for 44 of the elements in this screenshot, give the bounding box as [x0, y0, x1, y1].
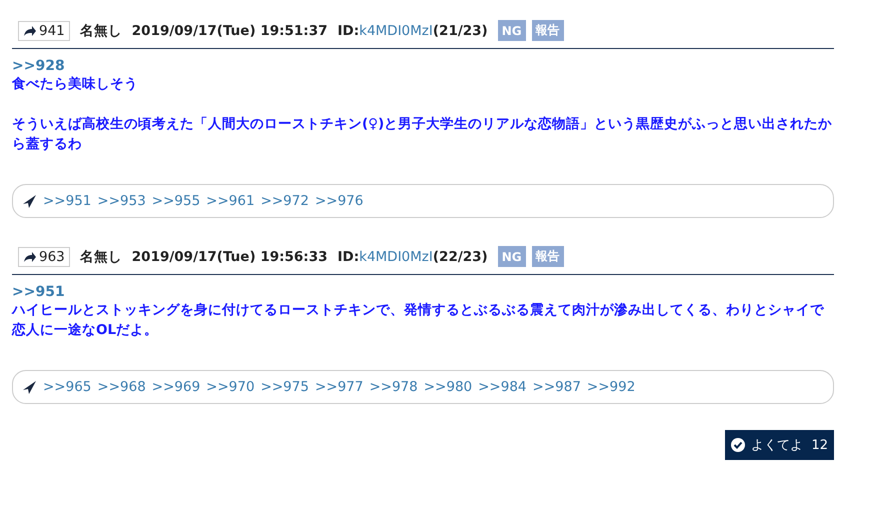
share-arrow-icon [23, 24, 37, 36]
reply-link[interactable]: >>965 [43, 379, 92, 395]
post-text: そういえば高校生の頃考えた「人間大のローストチキン(♀)と男子大学生のリアルな恋物語」という黒歴史がふっと思い出されたから蓋するわ [12, 115, 834, 154]
post-text: 食べたら美味しそう [12, 75, 139, 94]
reply-link[interactable]: >>968 [97, 379, 146, 395]
id-label: ID: [337, 22, 360, 38]
post-datetime: 2019/09/17(Tue) 19:56:33 [132, 248, 328, 264]
poster-id-link[interactable]: k4MDI0MzI [359, 22, 433, 38]
id-count: (21/23) [432, 22, 488, 38]
reply-link[interactable]: >>987 [532, 379, 581, 395]
reply-link[interactable]: >>961 [206, 193, 255, 209]
reply-link[interactable]: >>972 [260, 193, 309, 209]
check-circle-icon [731, 438, 746, 452]
reply-link[interactable]: >>977 [314, 379, 364, 395]
reply-link[interactable]: >>953 [97, 193, 146, 209]
reply-link[interactable]: >>975 [260, 379, 309, 395]
paper-plane-icon [23, 380, 37, 394]
reply-link[interactable]: >>951 [43, 193, 92, 209]
reply-link[interactable]: >>992 [586, 379, 636, 395]
quote-link[interactable]: >>928 [12, 58, 834, 74]
post-text: ハイヒールとストッキングを身に付けてるローストチキンで、発情するとぶるぶる震えて肉汁が滲み出してくる、わりとシャイで恋人に一途なOLだよ。 [12, 301, 825, 340]
reply-link[interactable]: >>970 [206, 379, 255, 395]
post-number-link[interactable]: 963 [18, 246, 70, 266]
report-button[interactable]: 報告 [532, 246, 564, 267]
report-button[interactable]: 報告 [532, 20, 564, 41]
ng-button[interactable]: NG [498, 246, 526, 267]
reply-link[interactable]: >>955 [152, 193, 200, 209]
post-number-link[interactable]: 941 [18, 20, 70, 40]
reply-link[interactable]: >>969 [152, 379, 200, 395]
reply-link[interactable]: >>978 [369, 379, 418, 395]
poster-id-link[interactable]: k4MDI0MzI [359, 248, 433, 264]
like-button[interactable]: よくてよ 12 [725, 430, 834, 460]
poster-name: 名無し [80, 22, 122, 40]
paper-plane-icon [23, 194, 37, 208]
post-datetime: 2019/09/17(Tue) 19:51:37 [132, 22, 328, 38]
ng-button[interactable]: NG [498, 20, 526, 41]
id-count: (22/23) [432, 248, 488, 264]
reply-link[interactable]: >>980 [424, 379, 472, 395]
reply-link[interactable]: >>976 [314, 193, 364, 209]
reply-link[interactable]: >>984 [478, 379, 527, 395]
share-arrow-icon [23, 250, 37, 262]
poster-name: 名無し [80, 248, 122, 266]
quote-link[interactable]: >>951 [12, 284, 834, 300]
id-label: ID: [337, 248, 360, 264]
